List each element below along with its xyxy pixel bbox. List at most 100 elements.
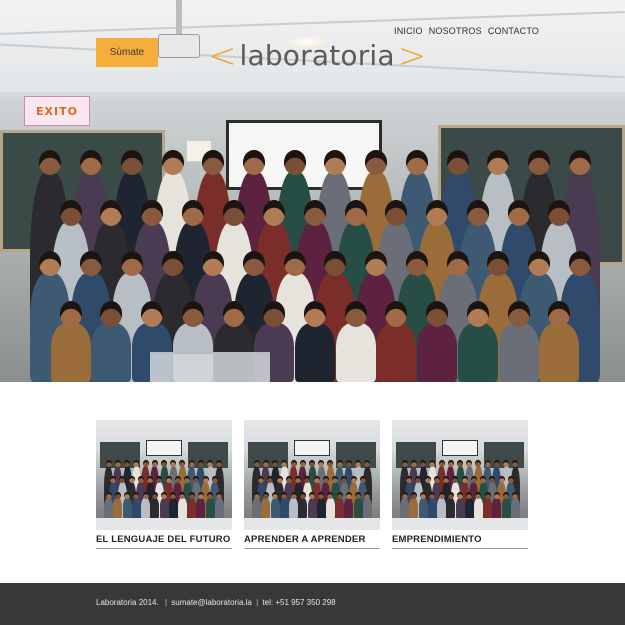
projector-pole — [176, 0, 182, 36]
person-head — [202, 476, 209, 483]
person-head — [447, 492, 454, 500]
person-head — [410, 492, 417, 500]
card-lenguaje-del-futuro[interactable]: EL LENGUAJE DEL FUTURO — [96, 420, 232, 549]
person-head — [345, 460, 352, 467]
person-head — [309, 460, 315, 467]
person-silhouette — [150, 498, 160, 518]
person-silhouette — [307, 498, 317, 518]
person-head — [59, 200, 82, 226]
person-silhouette — [270, 498, 280, 518]
person-head — [426, 200, 449, 226]
person-silhouette — [353, 498, 363, 518]
person-head — [283, 250, 306, 277]
nav-inicio[interactable]: INICIO — [394, 26, 423, 36]
person-silhouette — [539, 323, 580, 382]
person-silhouette — [50, 323, 91, 382]
person-head — [290, 492, 297, 500]
person-silhouette — [141, 498, 151, 518]
person-head — [438, 492, 445, 500]
person-head — [487, 150, 510, 176]
person-head — [385, 301, 408, 327]
card-table — [96, 518, 232, 530]
person-head — [114, 460, 121, 467]
person-head — [568, 150, 591, 176]
person-silhouette — [418, 498, 428, 518]
person-head — [405, 250, 428, 277]
exito-poster: EXITO — [24, 96, 90, 126]
footer-text: Laboratoria 2014. | sumate@laboratoria.l… — [96, 598, 338, 607]
footer-separator: | — [164, 598, 168, 607]
person-head — [503, 460, 510, 467]
logo[interactable]: < laboratoria > — [208, 38, 426, 74]
card-screen — [146, 440, 182, 456]
card-title[interactable]: EL LENGUAJE DEL FUTURO — [96, 534, 232, 549]
person-head — [327, 460, 334, 467]
person-head — [124, 460, 131, 467]
person-silhouette — [325, 498, 335, 518]
person-head — [410, 460, 417, 467]
person-silhouette — [295, 323, 335, 382]
person-head — [253, 460, 260, 467]
person-head — [253, 492, 260, 500]
person-silhouette — [455, 498, 465, 518]
card-crowd — [400, 460, 520, 518]
nav-nosotros[interactable]: NOSOTROS — [429, 26, 482, 36]
person-head — [80, 150, 103, 176]
person-head — [493, 460, 500, 467]
person-head — [100, 301, 123, 327]
person-head — [283, 150, 306, 176]
person-silhouette — [409, 498, 419, 518]
person-head — [461, 476, 468, 483]
person-head — [80, 250, 103, 277]
person-head — [507, 301, 530, 327]
person-head — [457, 460, 463, 467]
person-head — [272, 460, 279, 467]
person-head — [336, 492, 343, 500]
person-silhouette — [113, 498, 123, 518]
front-table — [150, 352, 270, 382]
card-emprendimiento[interactable]: EMPRENDIMIENTO — [392, 420, 528, 549]
person-head — [324, 150, 347, 176]
footer-copyright: Laboratoria 2014. — [96, 598, 159, 607]
person-head — [207, 460, 214, 467]
person-head — [290, 460, 297, 467]
person-silhouette — [362, 498, 372, 518]
person-head — [299, 460, 306, 467]
person-head — [263, 200, 286, 226]
card-title[interactable]: APRENDER A APRENDER — [244, 534, 380, 549]
footer-email-link[interactable]: sumate@laboratoria.la — [171, 598, 252, 607]
nav-contacto[interactable]: CONTACTO — [488, 26, 539, 36]
logo-right-bracket: > — [397, 36, 427, 76]
sumate-button[interactable]: Súmate — [96, 38, 158, 67]
card-photo[interactable] — [244, 420, 380, 530]
person-silhouette — [464, 498, 474, 518]
card-photo[interactable] — [96, 420, 232, 530]
person-silhouette — [335, 323, 376, 382]
person-head — [304, 200, 326, 226]
person-head — [344, 200, 367, 226]
person-silhouette — [279, 498, 289, 518]
card-screen — [442, 440, 478, 456]
person-head — [114, 492, 121, 500]
person-head — [142, 460, 149, 467]
person-silhouette — [400, 498, 410, 518]
person-head — [527, 150, 550, 176]
person-head — [405, 150, 428, 176]
person-silhouette — [187, 498, 197, 518]
card-title[interactable]: EMPRENDIMIENTO — [392, 534, 528, 549]
person-silhouette — [376, 323, 417, 382]
person-head — [188, 492, 195, 500]
person-head — [365, 150, 388, 176]
person-head — [242, 250, 265, 277]
person-head — [165, 476, 172, 483]
logo-left-bracket: < — [208, 36, 237, 76]
person-head — [527, 250, 550, 277]
person-head — [568, 250, 591, 277]
person-head — [142, 492, 149, 500]
card-photo[interactable] — [392, 420, 528, 530]
card-aprender-a-aprender[interactable]: APRENDER A APRENDER — [244, 420, 380, 549]
poster-text: EXITO — [36, 104, 78, 118]
person-head — [466, 301, 489, 327]
person-head — [470, 476, 477, 483]
person-silhouette — [131, 498, 141, 518]
